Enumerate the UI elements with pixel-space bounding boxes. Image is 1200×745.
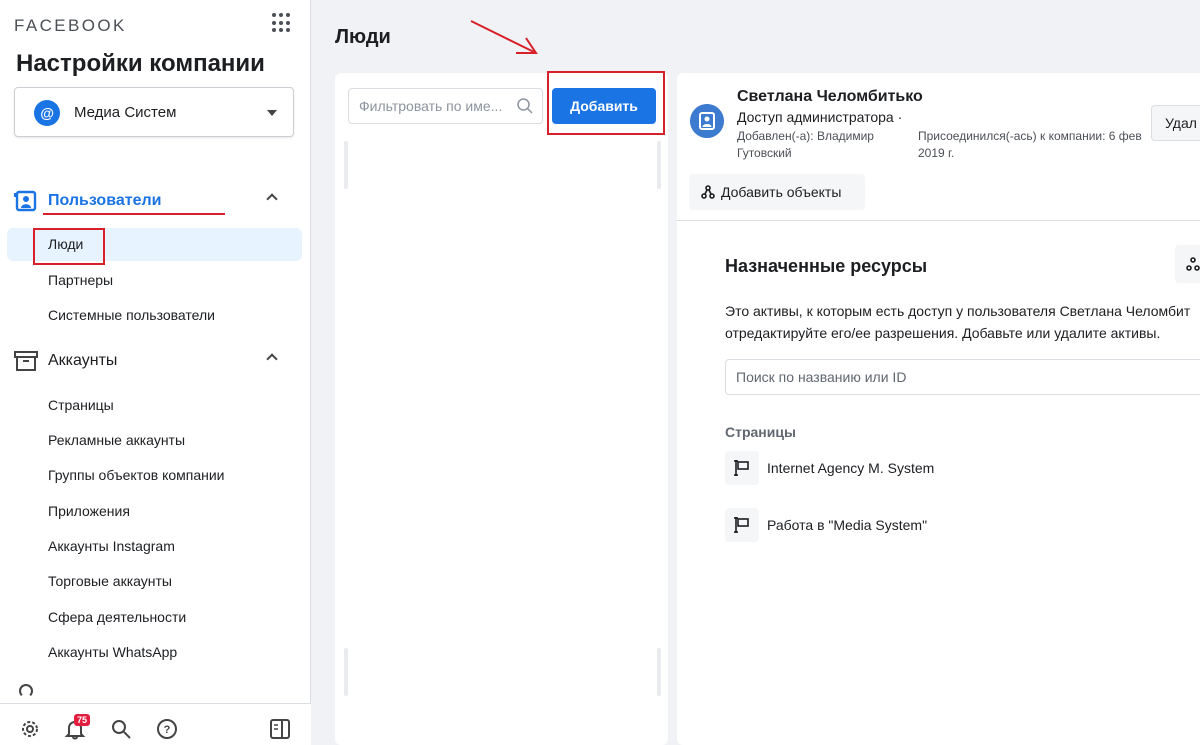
sidebar-item-people[interactable]: Люди (7, 228, 302, 261)
sidebar-item-instagram-accounts[interactable]: Аккаунты Instagram (7, 530, 302, 563)
facebook-brand: FACEBOOK (14, 16, 127, 35)
sidebar-item-apps[interactable]: Приложения (7, 495, 302, 528)
resource-search-input[interactable] (725, 359, 1200, 395)
list-scroll-indicator (344, 141, 348, 189)
assigned-resources-description: Это активы, к которым есть доступ у поль… (725, 300, 1200, 344)
assigned-resources-title: Назначенные ресурсы (725, 256, 928, 276)
annotation-arrow-icon (470, 20, 538, 54)
filter-input[interactable] (348, 88, 543, 124)
user-avatar-icon (690, 104, 724, 138)
section-accounts[interactable]: Аккаунты (14, 348, 299, 374)
caret-down-icon (267, 110, 277, 116)
people-list-panel: Добавить (335, 73, 668, 745)
divider (677, 220, 1200, 221)
page-title: Настройки компании (16, 50, 265, 77)
sidebar-item-ad-accounts[interactable]: Рекламные аккаунты (7, 424, 302, 457)
sidebar: FACEBOOK Настройки компании @ Медиа Сист… (0, 0, 311, 745)
page-name: Internet Agency M. System (767, 460, 935, 476)
user-added-by: Добавлен(-а): Владимир Гутовский (737, 129, 874, 160)
user-access-level: Доступ администратора · (737, 109, 903, 125)
assets-icon (1186, 257, 1200, 271)
section-accounts-label: Аккаунты (48, 352, 118, 369)
user-detail-panel: Светлана Челомбитько Доступ администрато… (677, 73, 1200, 745)
annotation-underline (43, 213, 225, 215)
partial-section-icon (19, 684, 33, 698)
assigned-page-item[interactable]: Работа в "Media System" (725, 508, 927, 542)
assets-icon (701, 185, 715, 199)
assign-assets-button[interactable] (1175, 245, 1200, 283)
sidebar-item-whatsapp-accounts[interactable]: Аккаунты WhatsApp (7, 636, 302, 669)
sidebar-item-line-of-business[interactable]: Сфера деятельности (7, 601, 302, 634)
list-scrollbar[interactable] (657, 648, 661, 696)
section-users-label: Пользователи (48, 192, 162, 209)
sidebar-item-system-users[interactable]: Системные пользователи (7, 299, 302, 332)
business-logo: @ (34, 100, 60, 126)
svg-text:?: ? (164, 724, 171, 736)
user-name: Светлана Челомбитько (737, 88, 923, 105)
sidebar-item-partners[interactable]: Партнеры (7, 264, 302, 297)
user-badge-icon (14, 190, 37, 212)
notification-badge: 75 (74, 714, 91, 726)
add-people-button[interactable]: Добавить (552, 88, 656, 124)
business-name: Медиа Систем (74, 104, 177, 121)
archive-box-icon (14, 351, 38, 371)
list-scroll-indicator (344, 648, 348, 696)
section-users[interactable]: Пользователи (14, 188, 299, 214)
search-icon (517, 98, 533, 114)
business-selector[interactable]: @ Медиа Систем (14, 87, 294, 137)
chevron-up-icon[interactable] (266, 353, 278, 365)
sidebar-item-business-asset-groups[interactable]: Группы объектов компании (7, 459, 302, 492)
description-line-1: Это активы, к которым есть доступ у поль… (725, 303, 1191, 319)
add-objects-button[interactable]: Добавить объекты (689, 174, 865, 210)
flag-icon (725, 508, 759, 542)
sidebar-item-commerce-accounts[interactable]: Торговые аккаунты (7, 565, 302, 598)
gear-icon[interactable] (19, 718, 41, 740)
toggle-sidebar-icon[interactable] (269, 718, 291, 740)
sidebar-item-pages[interactable]: Страницы (7, 389, 302, 422)
description-line-2: отредактируйте его/ее разрешения. Добавь… (725, 325, 1161, 341)
list-scrollbar[interactable] (657, 141, 661, 189)
apps-grid-icon[interactable] (272, 13, 292, 33)
assigned-page-item[interactable]: Internet Agency M. System (725, 451, 934, 485)
add-objects-label: Добавить объекты (721, 184, 842, 200)
chevron-up-icon[interactable] (266, 193, 278, 205)
search-icon[interactable] (110, 718, 132, 740)
help-icon[interactable]: ? (156, 718, 178, 740)
sidebar-footer: 75 ? (0, 703, 311, 745)
user-joined-date: Присоединился(-ась) к компании: 6 фев 20… (918, 129, 1142, 160)
pages-section-label: Страницы (725, 424, 796, 440)
page-name: Работа в "Media System" (767, 517, 928, 533)
main-page-title: Люди (335, 26, 391, 48)
remove-user-button[interactable]: Удал (1151, 105, 1200, 141)
flag-icon (725, 451, 759, 485)
